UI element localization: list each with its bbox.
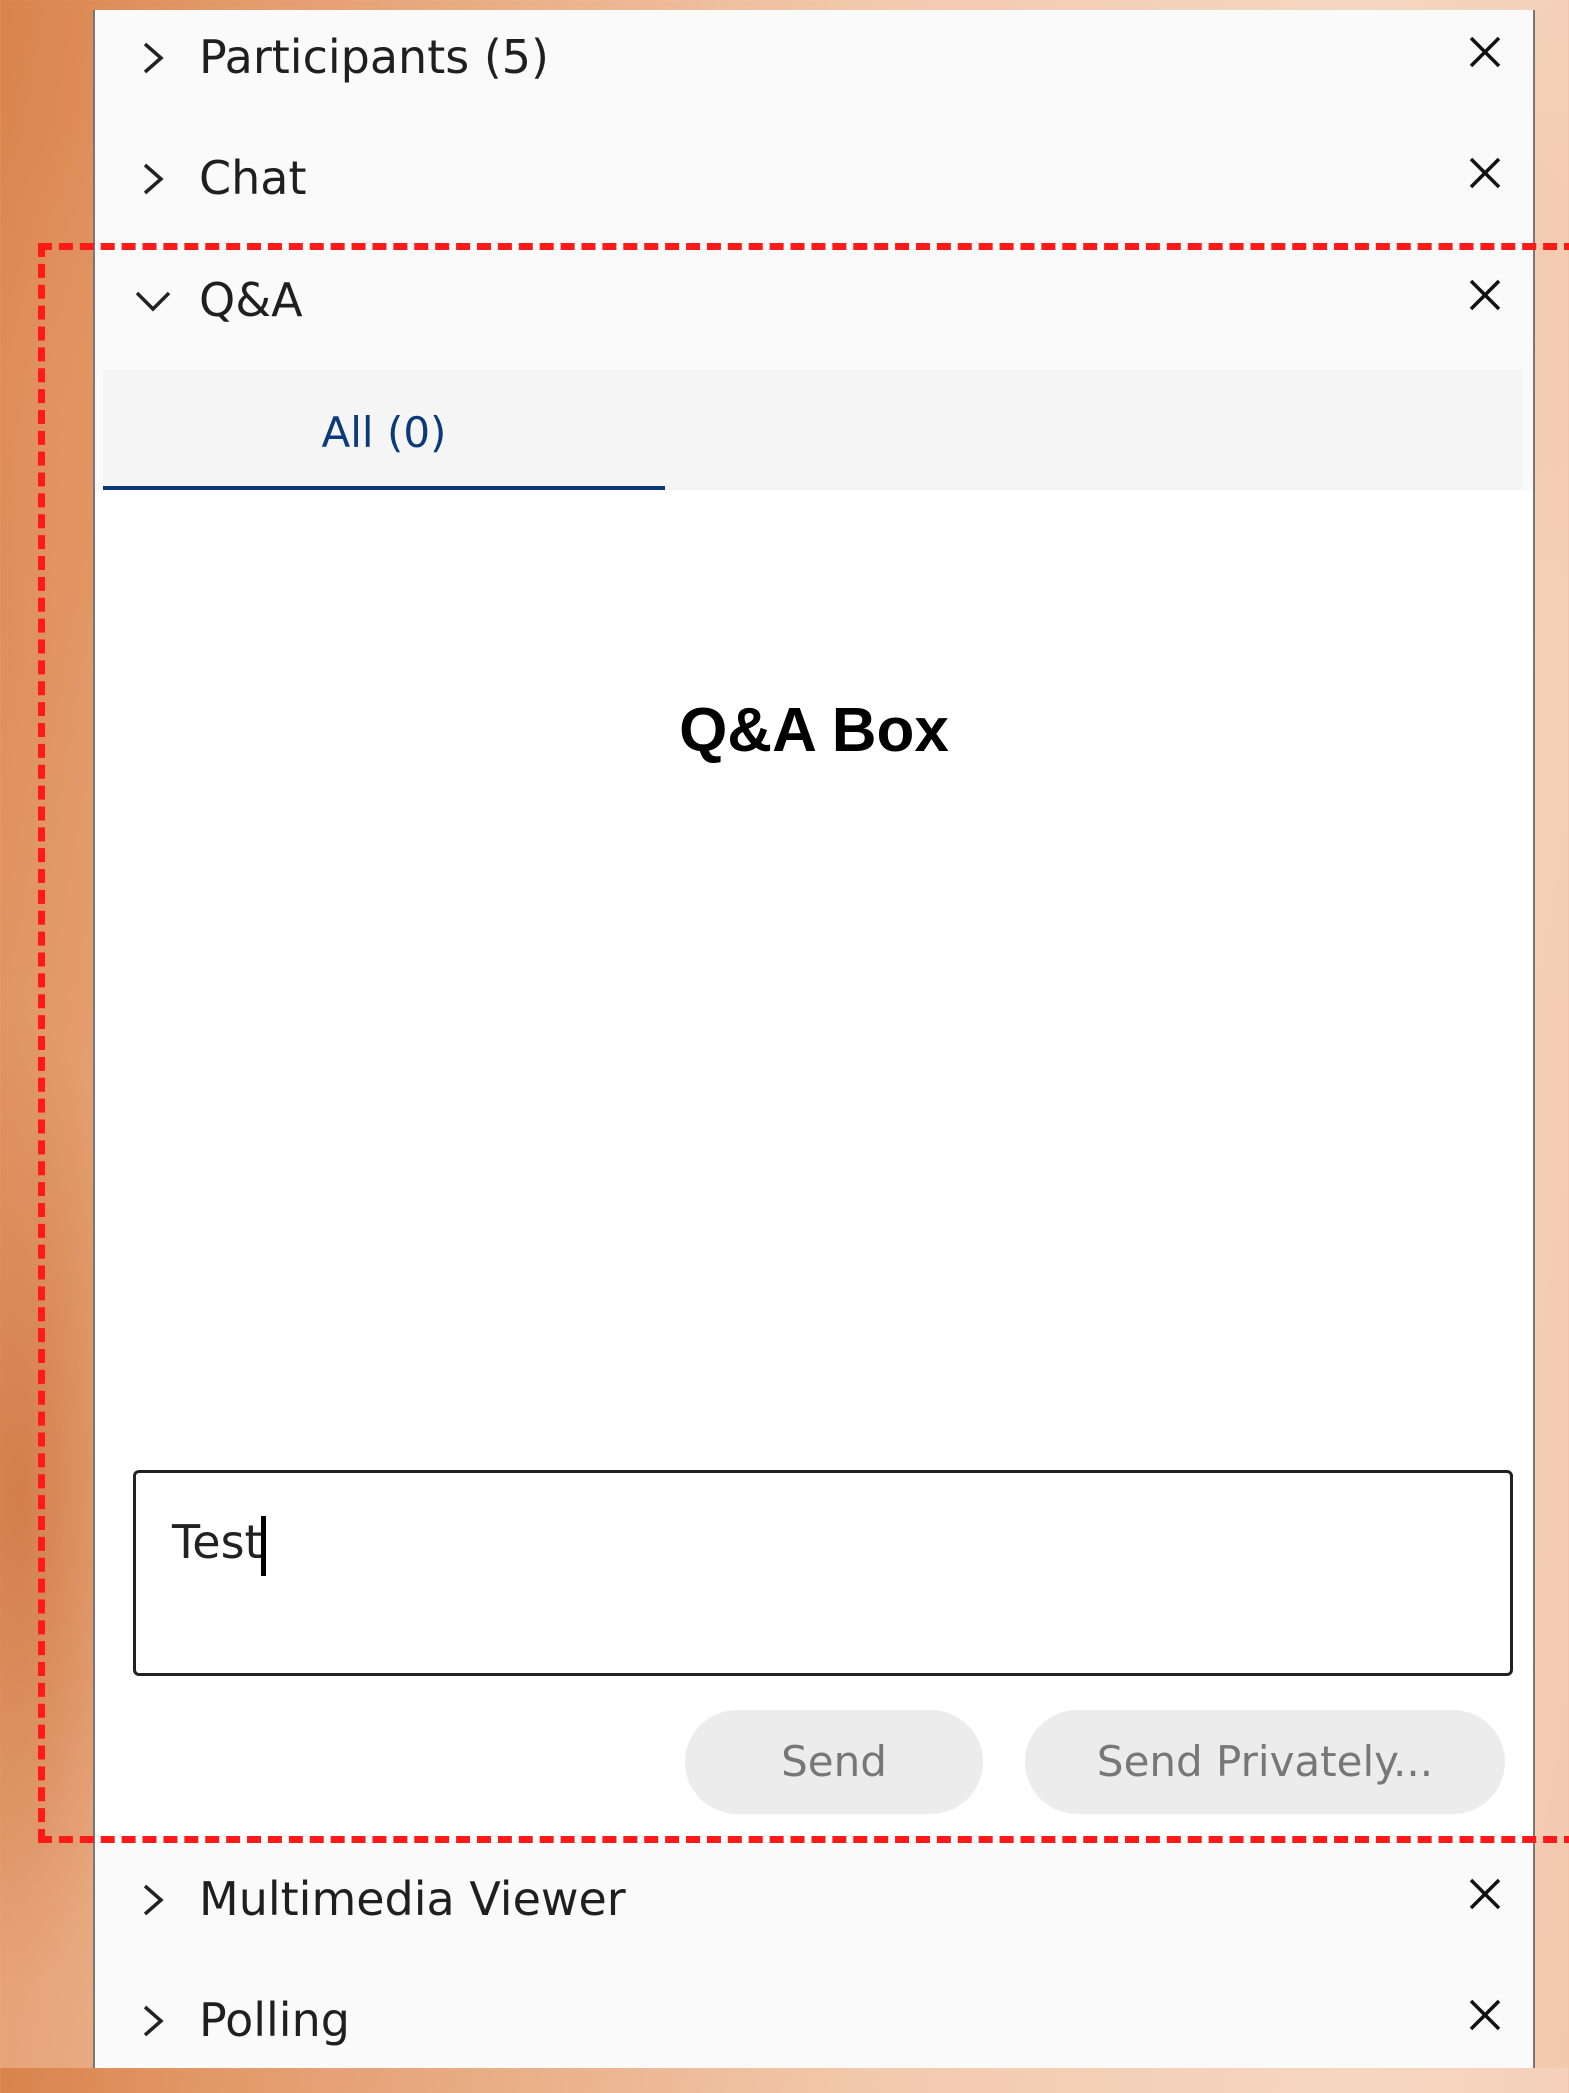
polling-header[interactable]: Polling [95,1973,1533,2093]
chat-header[interactable]: Chat [95,131,1533,251]
close-icon[interactable] [1465,1874,1505,1914]
chat-label: Chat [199,151,307,205]
chevron-right-icon [143,163,164,195]
polling-label: Polling [199,1993,350,2047]
multimedia-viewer-header[interactable]: Multimedia Viewer [95,1852,1533,1972]
multimedia-viewer-label: Multimedia Viewer [199,1872,626,1926]
chevron-right-icon [143,1884,164,1916]
close-icon[interactable] [1465,1995,1505,2035]
participants-header[interactable]: Participants (5) [95,10,1533,130]
participants-label: Participants (5) [199,30,549,84]
chevron-right-icon [143,2005,164,2037]
close-icon[interactable] [1465,153,1505,193]
qa-annotation-frame [38,243,1569,1843]
chevron-right-icon [143,42,164,74]
close-icon[interactable] [1465,32,1505,72]
